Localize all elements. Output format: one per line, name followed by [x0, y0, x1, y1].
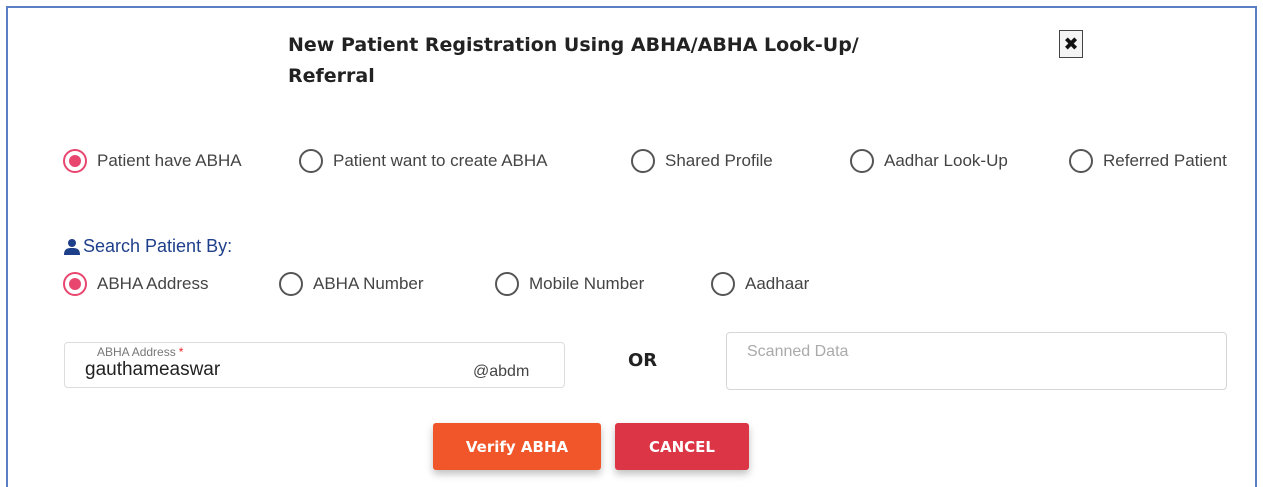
- radio-unchecked-icon[interactable]: [495, 272, 519, 296]
- radio-shared-profile[interactable]: Shared Profile: [631, 149, 773, 173]
- dialog-title: New Patient Registration Using ABHA/ABHA…: [288, 30, 1008, 92]
- radio-unchecked-icon[interactable]: [711, 272, 735, 296]
- radio-patient-have-abha[interactable]: Patient have ABHA: [63, 149, 242, 173]
- radio-checked-icon[interactable]: [63, 272, 87, 296]
- radio-label: Patient have ABHA: [97, 151, 242, 170]
- radio-patient-want-create-abha[interactable]: Patient want to create ABHA: [299, 149, 548, 173]
- radio-unchecked-icon[interactable]: [1069, 149, 1093, 173]
- abha-address-label: ABHA Address *: [97, 345, 183, 359]
- required-asterisk: *: [178, 345, 184, 359]
- close-icon: ✖: [1063, 33, 1079, 55]
- radio-label: Shared Profile: [665, 151, 773, 170]
- radio-label: Referred Patient: [1103, 151, 1227, 170]
- search-heading: Search Patient By:: [63, 236, 232, 257]
- abha-address-field[interactable]: ABHA Address * gauthameaswar @abdm: [64, 342, 565, 388]
- registration-dialog: New Patient Registration Using ABHA/ABHA…: [6, 6, 1257, 487]
- radio-abha-number[interactable]: ABHA Number: [279, 272, 424, 296]
- dialog-title-line2: Referral: [288, 65, 375, 87]
- radio-unchecked-icon[interactable]: [279, 272, 303, 296]
- radio-label: Mobile Number: [529, 274, 645, 293]
- close-button[interactable]: ✖: [1059, 30, 1083, 58]
- radio-label: ABHA Address: [97, 274, 209, 293]
- scanned-data-input[interactable]: [726, 332, 1227, 390]
- or-separator: OR: [628, 350, 658, 371]
- verify-abha-button[interactable]: Verify ABHA: [433, 423, 601, 470]
- radio-aadhar-look-up[interactable]: Aadhar Look-Up: [850, 149, 1008, 173]
- dialog-title-line1: New Patient Registration Using ABHA/ABHA…: [288, 34, 859, 56]
- radio-referred-patient[interactable]: Referred Patient: [1069, 149, 1227, 173]
- radio-mobile-number[interactable]: Mobile Number: [495, 272, 644, 296]
- radio-label: Aadhar Look-Up: [884, 151, 1008, 170]
- radio-abha-address[interactable]: ABHA Address: [63, 272, 209, 296]
- abha-domain-suffix: @abdm: [473, 363, 530, 380]
- radio-unchecked-icon[interactable]: [631, 149, 655, 173]
- radio-label: Aadhaar: [745, 274, 810, 293]
- abha-address-value[interactable]: gauthameaswar: [85, 359, 220, 381]
- radio-unchecked-icon[interactable]: [299, 149, 323, 173]
- radio-checked-icon[interactable]: [63, 149, 87, 173]
- user-icon: [64, 238, 80, 255]
- radio-unchecked-icon[interactable]: [850, 149, 874, 173]
- radio-label: ABHA Number: [313, 274, 424, 293]
- search-heading-label: Search Patient By:: [83, 236, 233, 256]
- cancel-button[interactable]: CANCEL: [615, 423, 749, 470]
- radio-label: Patient want to create ABHA: [333, 151, 548, 170]
- radio-aadhaar[interactable]: Aadhaar: [711, 272, 809, 296]
- abha-address-label-text: ABHA Address: [97, 345, 176, 359]
